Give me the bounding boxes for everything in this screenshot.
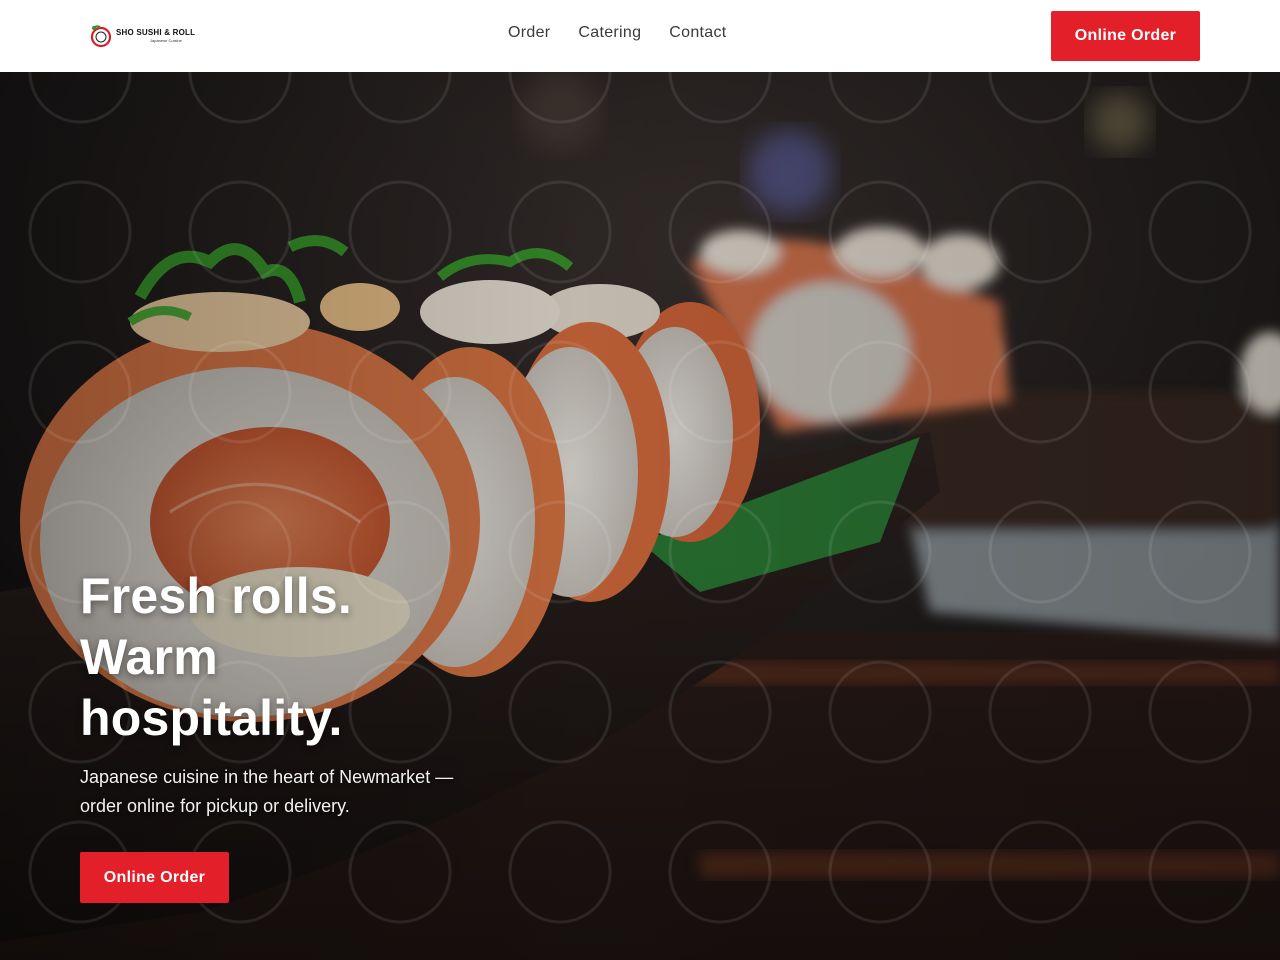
hero-content: Fresh rolls. Warm hospitality. Japanese …	[80, 566, 560, 903]
pattern-ring	[1148, 500, 1252, 604]
pattern-ring	[188, 180, 292, 284]
pattern-ring	[28, 180, 132, 284]
header-online-order-button[interactable]: Online Order	[1051, 11, 1200, 61]
main-nav: Order Catering Contact	[508, 24, 727, 42]
pattern-ring	[668, 500, 772, 604]
pattern-ring	[188, 340, 292, 444]
pattern-ring	[828, 340, 932, 444]
pattern-ring	[28, 340, 132, 444]
pattern-ring	[828, 820, 932, 924]
pattern-ring	[508, 180, 612, 284]
pattern-ring	[988, 180, 1092, 284]
pattern-ring	[668, 820, 772, 924]
pattern-ring	[668, 72, 772, 124]
restaurant-logo[interactable]: SHO SUSHI & ROLL Japanese Cuisine	[88, 22, 195, 50]
pattern-ring	[508, 72, 612, 124]
logo-name: SHO SUSHI & ROLL	[116, 28, 196, 37]
pattern-ring	[828, 72, 932, 124]
pattern-ring	[668, 340, 772, 444]
hero-online-order-button[interactable]: Online Order	[80, 852, 229, 903]
nav-link-contact[interactable]: Contact	[669, 24, 726, 42]
pattern-ring	[1148, 660, 1252, 764]
pattern-ring	[988, 500, 1092, 604]
hero-section: Fresh rolls. Warm hospitality. Japanese …	[0, 72, 1280, 960]
pattern-ring	[28, 72, 132, 124]
pattern-ring	[1148, 340, 1252, 444]
pattern-ring	[348, 180, 452, 284]
pattern-ring	[1148, 180, 1252, 284]
pattern-ring	[1148, 820, 1252, 924]
pattern-ring	[828, 660, 932, 764]
pattern-ring	[348, 340, 452, 444]
pattern-ring	[828, 180, 932, 284]
pattern-ring	[188, 72, 292, 124]
pattern-ring	[988, 340, 1092, 444]
pattern-ring	[988, 820, 1092, 924]
nav-link-order[interactable]: Order	[508, 24, 550, 42]
site-header: SHO SUSHI & ROLL Japanese Cuisine Order …	[0, 0, 1280, 72]
pattern-ring	[668, 180, 772, 284]
pattern-ring	[1148, 72, 1252, 124]
hero-subtitle: Japanese cuisine in the heart of Newmark…	[80, 767, 454, 816]
pattern-ring	[668, 660, 772, 764]
hero-headline-line-3: hospitality.	[80, 690, 343, 746]
logo-tagline: Japanese Cuisine	[150, 38, 182, 43]
pattern-ring	[348, 72, 452, 124]
pattern-ring	[828, 500, 932, 604]
hero-headline-line-2: Warm	[80, 629, 218, 685]
logo-mark-icon	[90, 25, 112, 48]
hero-headline-line-1: Fresh rolls.	[80, 568, 352, 624]
pattern-ring	[988, 72, 1092, 124]
pattern-ring	[508, 340, 612, 444]
hero-headline: Fresh rolls. Warm hospitality.	[80, 566, 560, 749]
nav-link-catering[interactable]: Catering	[578, 24, 641, 42]
pattern-ring	[988, 660, 1092, 764]
